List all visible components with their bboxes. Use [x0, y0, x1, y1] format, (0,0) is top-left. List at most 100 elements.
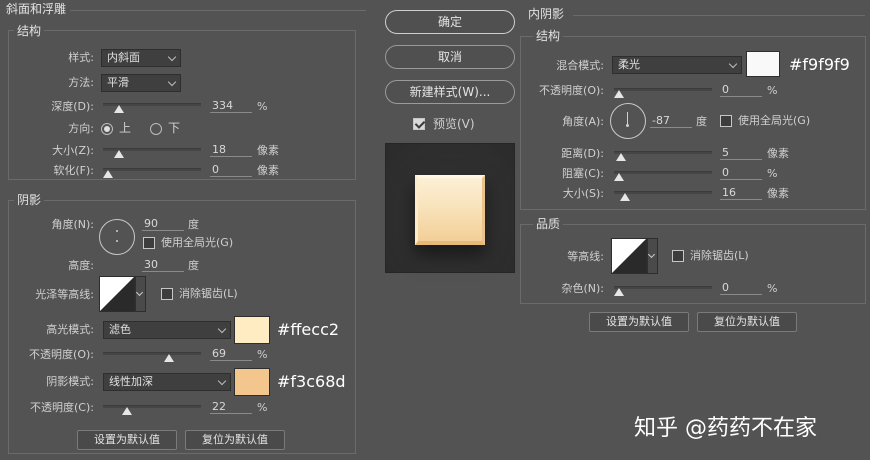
inner-angle-unit: 度	[696, 115, 707, 128]
distance-input[interactable]: 5	[720, 146, 762, 160]
inner-shadow-hex-annotation: #f9f9f9	[789, 55, 850, 74]
distance-unit: 像素	[767, 147, 789, 160]
direction-label: 方向:	[68, 122, 94, 135]
blend-mode-label: 混合模式:	[556, 59, 604, 72]
highlight-opacity-input[interactable]: 69	[210, 347, 252, 361]
ok-button[interactable]: 确定	[385, 10, 515, 34]
gloss-contour-picker[interactable]	[99, 276, 135, 312]
inner-angle-label: 角度(A):	[562, 115, 604, 128]
contour-picker[interactable]	[611, 238, 647, 274]
preview-label: 预览(V)	[433, 117, 475, 131]
depth-slider[interactable]	[103, 103, 201, 113]
angle-input[interactable]: 90	[142, 217, 184, 231]
style-select[interactable]: 内斜面	[101, 49, 181, 67]
structure-title: 结构	[14, 24, 45, 38]
inner-reset-default-button[interactable]: 复位为默认值	[697, 312, 797, 332]
dial-needle	[627, 112, 628, 124]
new-style-button[interactable]: 新建样式(W)...	[385, 80, 515, 104]
anti-aliased-label: 消除锯齿(L)	[179, 287, 238, 300]
shadow-color-swatch[interactable]	[234, 368, 270, 396]
blend-mode-select[interactable]: 柔光	[612, 56, 742, 74]
inner-global-light-checkbox[interactable]	[720, 115, 732, 127]
soften-slider-thumb[interactable]	[103, 170, 113, 178]
chevron-down-icon	[647, 250, 656, 259]
depth-input[interactable]: 334	[210, 99, 252, 113]
technique-label: 方法:	[68, 76, 94, 89]
preview-swatch-square	[415, 175, 485, 245]
inner-angle-input[interactable]: -87	[650, 114, 692, 128]
preview-checkbox[interactable]	[413, 118, 425, 130]
anti-aliased-checkbox[interactable]	[161, 288, 173, 300]
technique-select[interactable]: 平滑	[101, 74, 181, 92]
chevron-down-icon	[217, 376, 227, 386]
global-light-checkbox[interactable]	[143, 237, 155, 249]
dial-center	[626, 124, 629, 127]
highlight-opacity-slider[interactable]	[103, 352, 201, 362]
inner-size-input[interactable]: 16	[720, 186, 762, 200]
inner-angle-dial[interactable]	[610, 103, 646, 139]
highlight-mode-value: 滤色	[109, 323, 131, 336]
highlight-mode-label: 高光模式:	[46, 323, 94, 336]
choke-slider[interactable]	[614, 171, 712, 181]
size-slider[interactable]	[103, 148, 201, 158]
inner-size-thumb[interactable]	[620, 193, 631, 201]
inner-size-slider[interactable]	[614, 191, 712, 201]
soften-slider[interactable]	[103, 168, 201, 178]
inner-opacity-thumb[interactable]	[614, 90, 624, 98]
inner-shadow-color-swatch[interactable]	[746, 51, 780, 77]
noise-slider[interactable]	[614, 286, 712, 296]
shading-title: 阴影	[14, 193, 45, 207]
angle-dial[interactable]	[99, 219, 135, 255]
inner-anti-aliased-label: 消除锯齿(L)	[690, 249, 749, 262]
inner-opacity-input[interactable]: 0	[720, 83, 762, 97]
shadow-opacity-unit: %	[257, 401, 268, 414]
shadow-opacity-thumb[interactable]	[122, 407, 133, 415]
make-default-button[interactable]: 设置为默认值	[77, 430, 177, 450]
angle-label: 角度(N):	[51, 218, 94, 231]
shadow-opacity-label: 不透明度(C):	[30, 401, 94, 414]
soften-input[interactable]: 0	[210, 163, 252, 177]
reset-default-button[interactable]: 复位为默认值	[185, 430, 285, 450]
inner-global-light-label: 使用全局光(G)	[738, 114, 811, 127]
highlight-color-swatch[interactable]	[234, 316, 270, 344]
shadow-mode-select[interactable]: 线性加深	[103, 373, 231, 391]
distance-label: 距离(D):	[561, 147, 604, 160]
contour-dropdown[interactable]	[647, 238, 658, 274]
inner-anti-aliased-checkbox[interactable]	[672, 250, 684, 262]
inner-shadow-section-title: 内阴影	[528, 7, 565, 21]
technique-value: 平滑	[107, 76, 129, 89]
depth-slider-thumb[interactable]	[113, 105, 124, 113]
size-input[interactable]: 18	[210, 143, 252, 157]
cancel-button[interactable]: 取消	[385, 45, 515, 69]
highlight-opacity-thumb[interactable]	[163, 354, 174, 362]
style-value: 内斜面	[107, 51, 140, 64]
highlight-hex-annotation: #ffecc2	[277, 320, 340, 339]
size-slider-thumb[interactable]	[114, 150, 125, 158]
inner-opacity-slider[interactable]	[614, 88, 712, 98]
shadow-opacity-input[interactable]: 22	[210, 400, 252, 414]
inner-make-default-button[interactable]: 设置为默认值	[589, 312, 689, 332]
chevron-down-icon	[728, 59, 738, 69]
inner-size-unit: 像素	[767, 187, 789, 200]
gloss-contour-dropdown[interactable]	[135, 276, 146, 312]
noise-input[interactable]: 0	[720, 281, 762, 295]
highlight-opacity-unit: %	[257, 348, 268, 361]
distance-slider[interactable]	[614, 151, 712, 161]
dial-center	[116, 240, 118, 242]
shadow-opacity-slider[interactable]	[103, 405, 201, 415]
size-unit: 像素	[257, 144, 279, 157]
noise-thumb[interactable]	[614, 288, 624, 296]
altitude-input[interactable]: 30	[142, 258, 184, 272]
linear-contour-icon	[612, 239, 646, 273]
distance-thumb[interactable]	[615, 153, 626, 161]
highlight-mode-select[interactable]: 滤色	[103, 321, 231, 339]
choke-thumb[interactable]	[614, 173, 624, 181]
global-light-label: 使用全局光(G)	[161, 236, 234, 249]
bevel-section-title: 斜面和浮雕	[6, 2, 67, 16]
choke-input[interactable]: 0	[720, 166, 762, 180]
noise-unit: %	[767, 282, 778, 295]
altitude-label: 高度:	[68, 259, 94, 272]
direction-up-radio[interactable]	[101, 123, 113, 135]
angle-unit: 度	[188, 218, 199, 231]
direction-down-radio[interactable]	[150, 123, 162, 135]
